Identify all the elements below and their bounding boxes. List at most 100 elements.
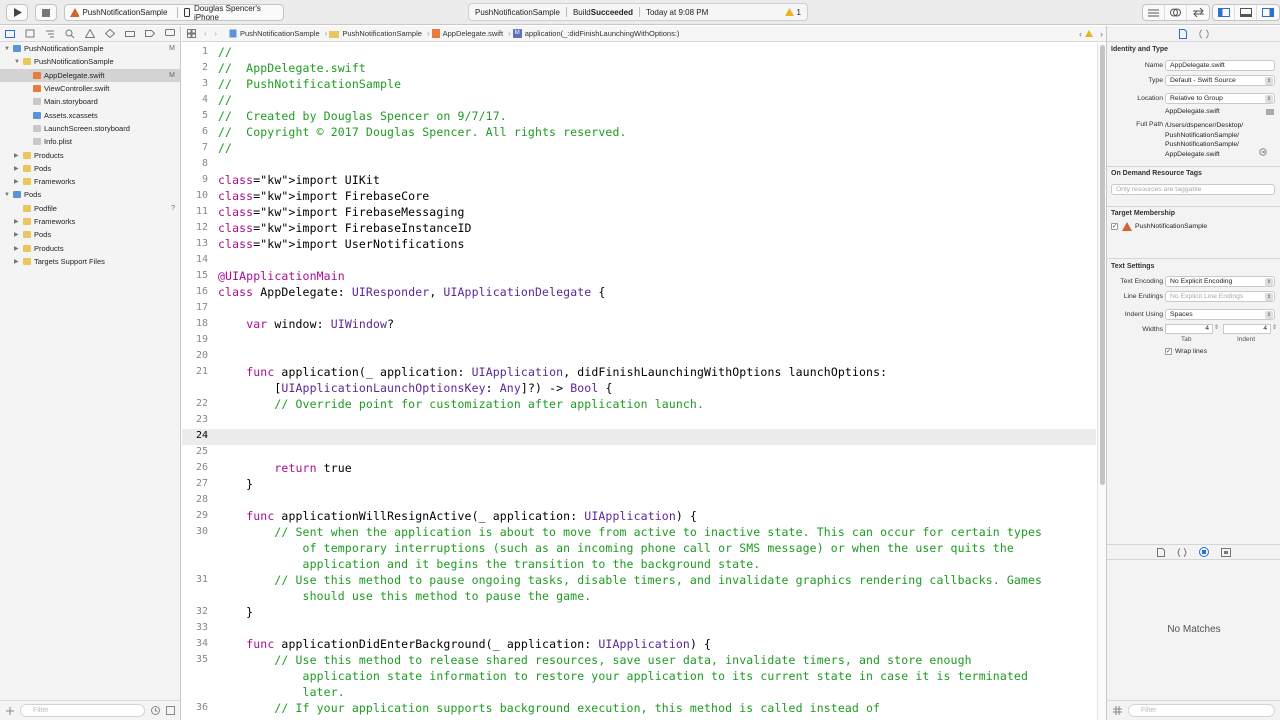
report-navigator-tab[interactable] [164, 29, 175, 39]
line-number: 6 [201, 126, 208, 137]
next-issue-icon[interactable]: › [1100, 29, 1103, 39]
editor-scrollbar[interactable] [1097, 43, 1106, 720]
breakpoint-navigator-tab[interactable] [144, 29, 155, 39]
disclosure-open-icon[interactable]: ▼ [14, 59, 20, 65]
name-field[interactable]: AppDelegate.swift [1165, 60, 1275, 71]
disclosure-closed-icon[interactable]: ▶ [14, 165, 19, 172]
app-target-icon [70, 8, 80, 17]
tab-width-stepper-icon[interactable]: ⇕ [1214, 324, 1219, 331]
navigator-item[interactable]: LaunchScreen.storyboard [0, 122, 180, 135]
indent-using-popup[interactable]: Spaces ⇕ [1165, 309, 1275, 320]
test-navigator-tab[interactable] [104, 29, 115, 39]
toggle-debug-area-button[interactable] [1235, 5, 1257, 20]
navigator-item[interactable]: Main.storyboard [0, 95, 180, 108]
scheme-selector[interactable]: PushNotificationSample Douglas Spencer's… [64, 4, 284, 22]
related-items-icon[interactable] [187, 29, 196, 38]
tab-width-field[interactable]: 4 [1165, 324, 1213, 334]
line-endings-popup[interactable]: No Explicit Line Endings ⇕ [1165, 291, 1275, 302]
quick-help-icon[interactable] [1198, 29, 1209, 39]
navigator-item-label: Pods [24, 190, 42, 200]
bottom-panel-icon [1239, 8, 1252, 17]
line-number: 36 [195, 702, 208, 713]
forward-arrow-icon[interactable]: › [215, 29, 218, 38]
navigator-item[interactable]: Assets.xcassets [0, 108, 180, 121]
issue-warning-icon[interactable] [1085, 30, 1093, 37]
wrap-lines-checkbox[interactable]: ✓ [1165, 348, 1172, 355]
assistant-editor-button[interactable] [1165, 5, 1187, 20]
scheme-device[interactable]: Douglas Spencer's iPhone [194, 4, 283, 22]
media-library-icon[interactable] [1221, 547, 1231, 557]
add-icon[interactable] [6, 706, 14, 715]
symbol-navigator-tab[interactable] [44, 29, 55, 39]
type-popup[interactable]: Default - Swift Source ⇕ [1165, 75, 1275, 86]
encoding-popup[interactable]: No Explicit Encoding ⇕ [1165, 276, 1275, 287]
code-snippet-icon[interactable] [1177, 547, 1187, 557]
standard-editor-button[interactable] [1143, 5, 1165, 20]
navigator-item[interactable]: ▶ Frameworks [0, 175, 180, 188]
code-line: // Copyright © 2017 Douglas Spencer. All… [218, 125, 627, 139]
navigator-item[interactable]: ▶ Pods [0, 228, 180, 241]
disclosure-closed-icon[interactable]: ▶ [14, 218, 19, 225]
debug-navigator-tab[interactable] [124, 29, 135, 39]
breadcrumb-project[interactable]: PushNotificationSample [229, 29, 320, 38]
inspector-tabs [1107, 26, 1280, 42]
project-navigator-tab[interactable] [4, 29, 15, 39]
navigator-item[interactable]: ▶ Targets Support Files [0, 255, 180, 268]
run-button[interactable] [6, 4, 28, 21]
disclosure-closed-icon[interactable]: ▶ [14, 258, 19, 265]
indent-width-stepper-icon[interactable]: ⇕ [1272, 324, 1277, 331]
navigator-item[interactable]: ▶ Products [0, 241, 180, 254]
navigator-item[interactable]: ▶ Frameworks [0, 215, 180, 228]
navigator-item[interactable]: ▶ Pods [0, 162, 180, 175]
indent-width-field[interactable]: 4 [1223, 324, 1271, 334]
breadcrumb-method[interactable]: M application(_:didFinishLaunchingWithOp… [512, 29, 679, 38]
warning-indicator[interactable]: 1 [784, 8, 801, 17]
back-arrow-icon[interactable]: ‹ [204, 29, 207, 38]
odr-tags-field: Only resources are taggable [1111, 184, 1275, 195]
navigator-item[interactable]: Podfile? [0, 202, 180, 215]
disclosure-open-icon[interactable]: ▼ [4, 46, 10, 52]
location-popup[interactable]: Relative to Group ⇕ [1165, 93, 1275, 104]
code-line: class="kw">import FirebaseInstanceID [218, 221, 472, 235]
previous-issue-icon[interactable]: ‹ [1079, 29, 1082, 39]
breadcrumb-group[interactable]: PushNotificationSample [329, 29, 422, 38]
disclosure-open-icon[interactable]: ▼ [4, 192, 10, 198]
find-navigator-tab[interactable] [64, 29, 75, 39]
file-inspector-icon[interactable] [1178, 28, 1187, 39]
reveal-in-finder-icon[interactable] [1259, 148, 1267, 156]
popup-arrows-icon: ⇕ [1265, 95, 1273, 103]
breadcrumb-file[interactable]: AppDelegate.swift [431, 29, 503, 38]
source-editor[interactable]: 1 // 2 // AppDelegate.swift 3 // PushNotifica… [182, 43, 1096, 720]
library-filter-input[interactable]: Filter [1128, 704, 1275, 717]
stop-button[interactable] [35, 4, 57, 21]
folder-icon [23, 257, 31, 265]
choose-folder-icon[interactable] [1266, 108, 1274, 116]
navigator-item[interactable]: ▼ PushNotificationSample M [0, 42, 180, 55]
grid-view-icon[interactable] [1113, 706, 1122, 715]
disclosure-closed-icon[interactable]: ▶ [14, 152, 19, 159]
scm-filter-icon[interactable] [166, 706, 175, 715]
disclosure-closed-icon[interactable]: ▶ [14, 178, 19, 185]
navigator-item[interactable]: ▼ Pods [0, 188, 180, 201]
toggle-navigator-button[interactable] [1213, 5, 1235, 20]
issue-navigator-tab[interactable] [84, 29, 95, 39]
source-control-tab[interactable] [24, 29, 35, 39]
target-checkbox[interactable]: ✓ [1111, 223, 1118, 230]
navigator-item[interactable]: AppDelegate.swift M [0, 68, 180, 82]
toggle-inspector-button[interactable] [1257, 5, 1279, 20]
navigator-filter-input[interactable]: Filter [20, 704, 145, 717]
navigator-item[interactable]: ViewController.swift [0, 82, 180, 95]
object-library-icon[interactable] [1199, 547, 1209, 557]
odr-placeholder: Only resources are taggable [1116, 186, 1202, 193]
version-editor-button[interactable] [1187, 5, 1209, 20]
navigator-item[interactable]: Info.plist [0, 135, 180, 148]
line-number: 28 [195, 494, 208, 505]
navigator-item[interactable]: ▼ PushNotificationSample [0, 55, 180, 68]
disclosure-closed-icon[interactable]: ▶ [14, 231, 19, 238]
file-template-icon[interactable] [1157, 547, 1165, 557]
project-file-icon [229, 29, 237, 38]
navigator-item[interactable]: ▶ Products [0, 148, 180, 161]
recent-files-icon[interactable] [151, 706, 160, 715]
scrollbar-thumb[interactable] [1100, 45, 1105, 485]
disclosure-closed-icon[interactable]: ▶ [14, 245, 19, 252]
